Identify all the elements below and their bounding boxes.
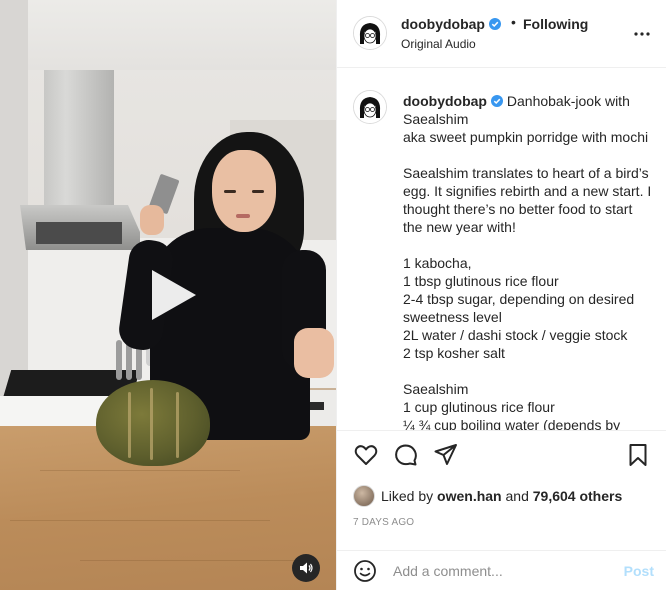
add-comment-bar: Post: [337, 550, 666, 590]
verified-badge-icon: [491, 95, 503, 107]
action-bar: [337, 430, 666, 482]
caption-line: Saealshim translates to heart of a bird’…: [403, 165, 652, 235]
likes-summary: Liked by owen.han and 79,604 others: [353, 484, 622, 508]
caption-line: Saealshim: [403, 381, 469, 397]
speaker-icon[interactable]: [292, 554, 320, 582]
instagram-post: doobydobap • Following Original Audio do…: [0, 0, 666, 590]
post-timestamp[interactable]: 7 DAYS AGO: [353, 517, 414, 528]
comment-icon[interactable]: [393, 442, 419, 468]
caption-area[interactable]: doobydobap Danhobak-jook with Saealshim …: [337, 68, 666, 431]
post-side-panel: doobydobap • Following Original Audio do…: [336, 0, 666, 590]
caption-line: ¼ ¾ cup boiling water (depends by: [403, 417, 621, 431]
caption-line: 1 tbsp glutinous rice flour: [403, 273, 559, 289]
post-header: doobydobap • Following Original Audio: [337, 0, 666, 68]
liker-username[interactable]: owen.han: [437, 488, 502, 504]
video-player[interactable]: [0, 0, 336, 590]
verified-badge-icon: [489, 18, 501, 30]
caption-line: 2L water / dashi stock / veggie stock: [403, 327, 628, 343]
comment-input[interactable]: [393, 559, 603, 583]
bookmark-icon[interactable]: [625, 442, 651, 468]
likes-count[interactable]: 79,604 others: [533, 488, 623, 504]
kabocha-pumpkin: [96, 380, 210, 466]
heart-icon[interactable]: [353, 442, 379, 468]
caption-text: doobydobap Danhobak-jook with Saealshim …: [403, 92, 655, 431]
caption-username[interactable]: doobydobap: [403, 93, 487, 109]
more-horizontal-icon[interactable]: [630, 22, 654, 46]
caption-line: 2-4 tbsp sugar, depending on desired swe…: [403, 291, 635, 325]
caption-line: 1 cup glutinous rice flour: [403, 399, 555, 415]
share-icon[interactable]: [433, 442, 459, 468]
caption-line: aka sweet pumpkin porridge with mochi: [403, 129, 649, 145]
username[interactable]: doobydobap: [401, 16, 501, 32]
original-audio-link[interactable]: Original Audio: [401, 37, 476, 51]
post-button[interactable]: Post: [624, 563, 654, 579]
avatar[interactable]: [353, 16, 387, 50]
caption-avatar[interactable]: [353, 90, 387, 124]
following-button[interactable]: Following: [523, 16, 588, 32]
range-hood: [44, 70, 114, 215]
caption-line: 1 kabocha,: [403, 255, 472, 271]
liker-avatar[interactable]: [353, 485, 375, 507]
play-icon[interactable]: [138, 262, 204, 328]
caption-line: 2 tsp kosher salt: [403, 345, 505, 361]
separator-dot: •: [511, 14, 516, 30]
emoji-icon[interactable]: [353, 559, 377, 583]
